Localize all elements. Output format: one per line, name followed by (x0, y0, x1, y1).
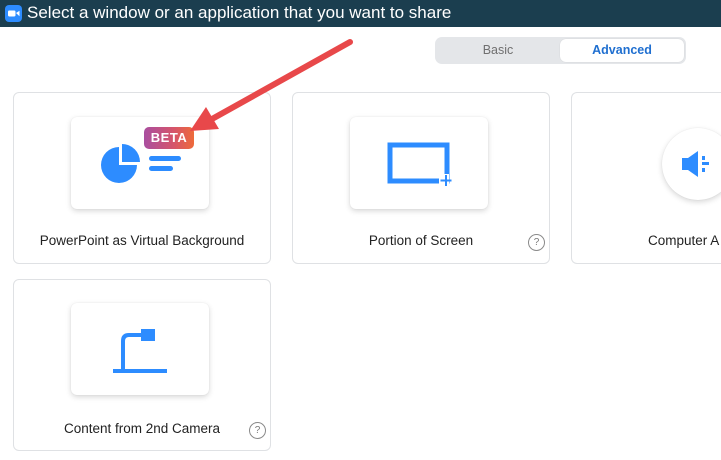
beta-badge: BETA (144, 127, 194, 149)
computer-audio-icon (682, 151, 709, 177)
portion-of-screen-thumbnail (350, 117, 488, 209)
share-mode-tabs: Basic Advanced (435, 37, 686, 64)
portion-of-screen-help-icon[interactable]: ? (528, 234, 545, 251)
document-camera-icon (113, 329, 167, 373)
tab-advanced[interactable]: Advanced (560, 39, 684, 62)
portion-of-screen-icon (387, 142, 452, 186)
option-label-powerpoint: PowerPoint as Virtual Background (39, 233, 245, 248)
computer-audio-thumbnail (662, 128, 721, 200)
tab-basic[interactable]: Basic (437, 39, 559, 62)
window-title: Select a window or an application that y… (27, 3, 452, 22)
option-label-2nd-camera: Content from 2nd Camera (63, 421, 221, 436)
title-bar: Select a window or an application that y… (0, 0, 721, 27)
zoom-app-icon (5, 5, 22, 22)
option-label-portion-of-screen: Portion of Screen (368, 233, 474, 248)
document-camera-thumbnail (71, 303, 209, 395)
option-label-computer-audio: Computer A (648, 233, 720, 248)
2nd-camera-help-icon[interactable]: ? (249, 422, 266, 439)
